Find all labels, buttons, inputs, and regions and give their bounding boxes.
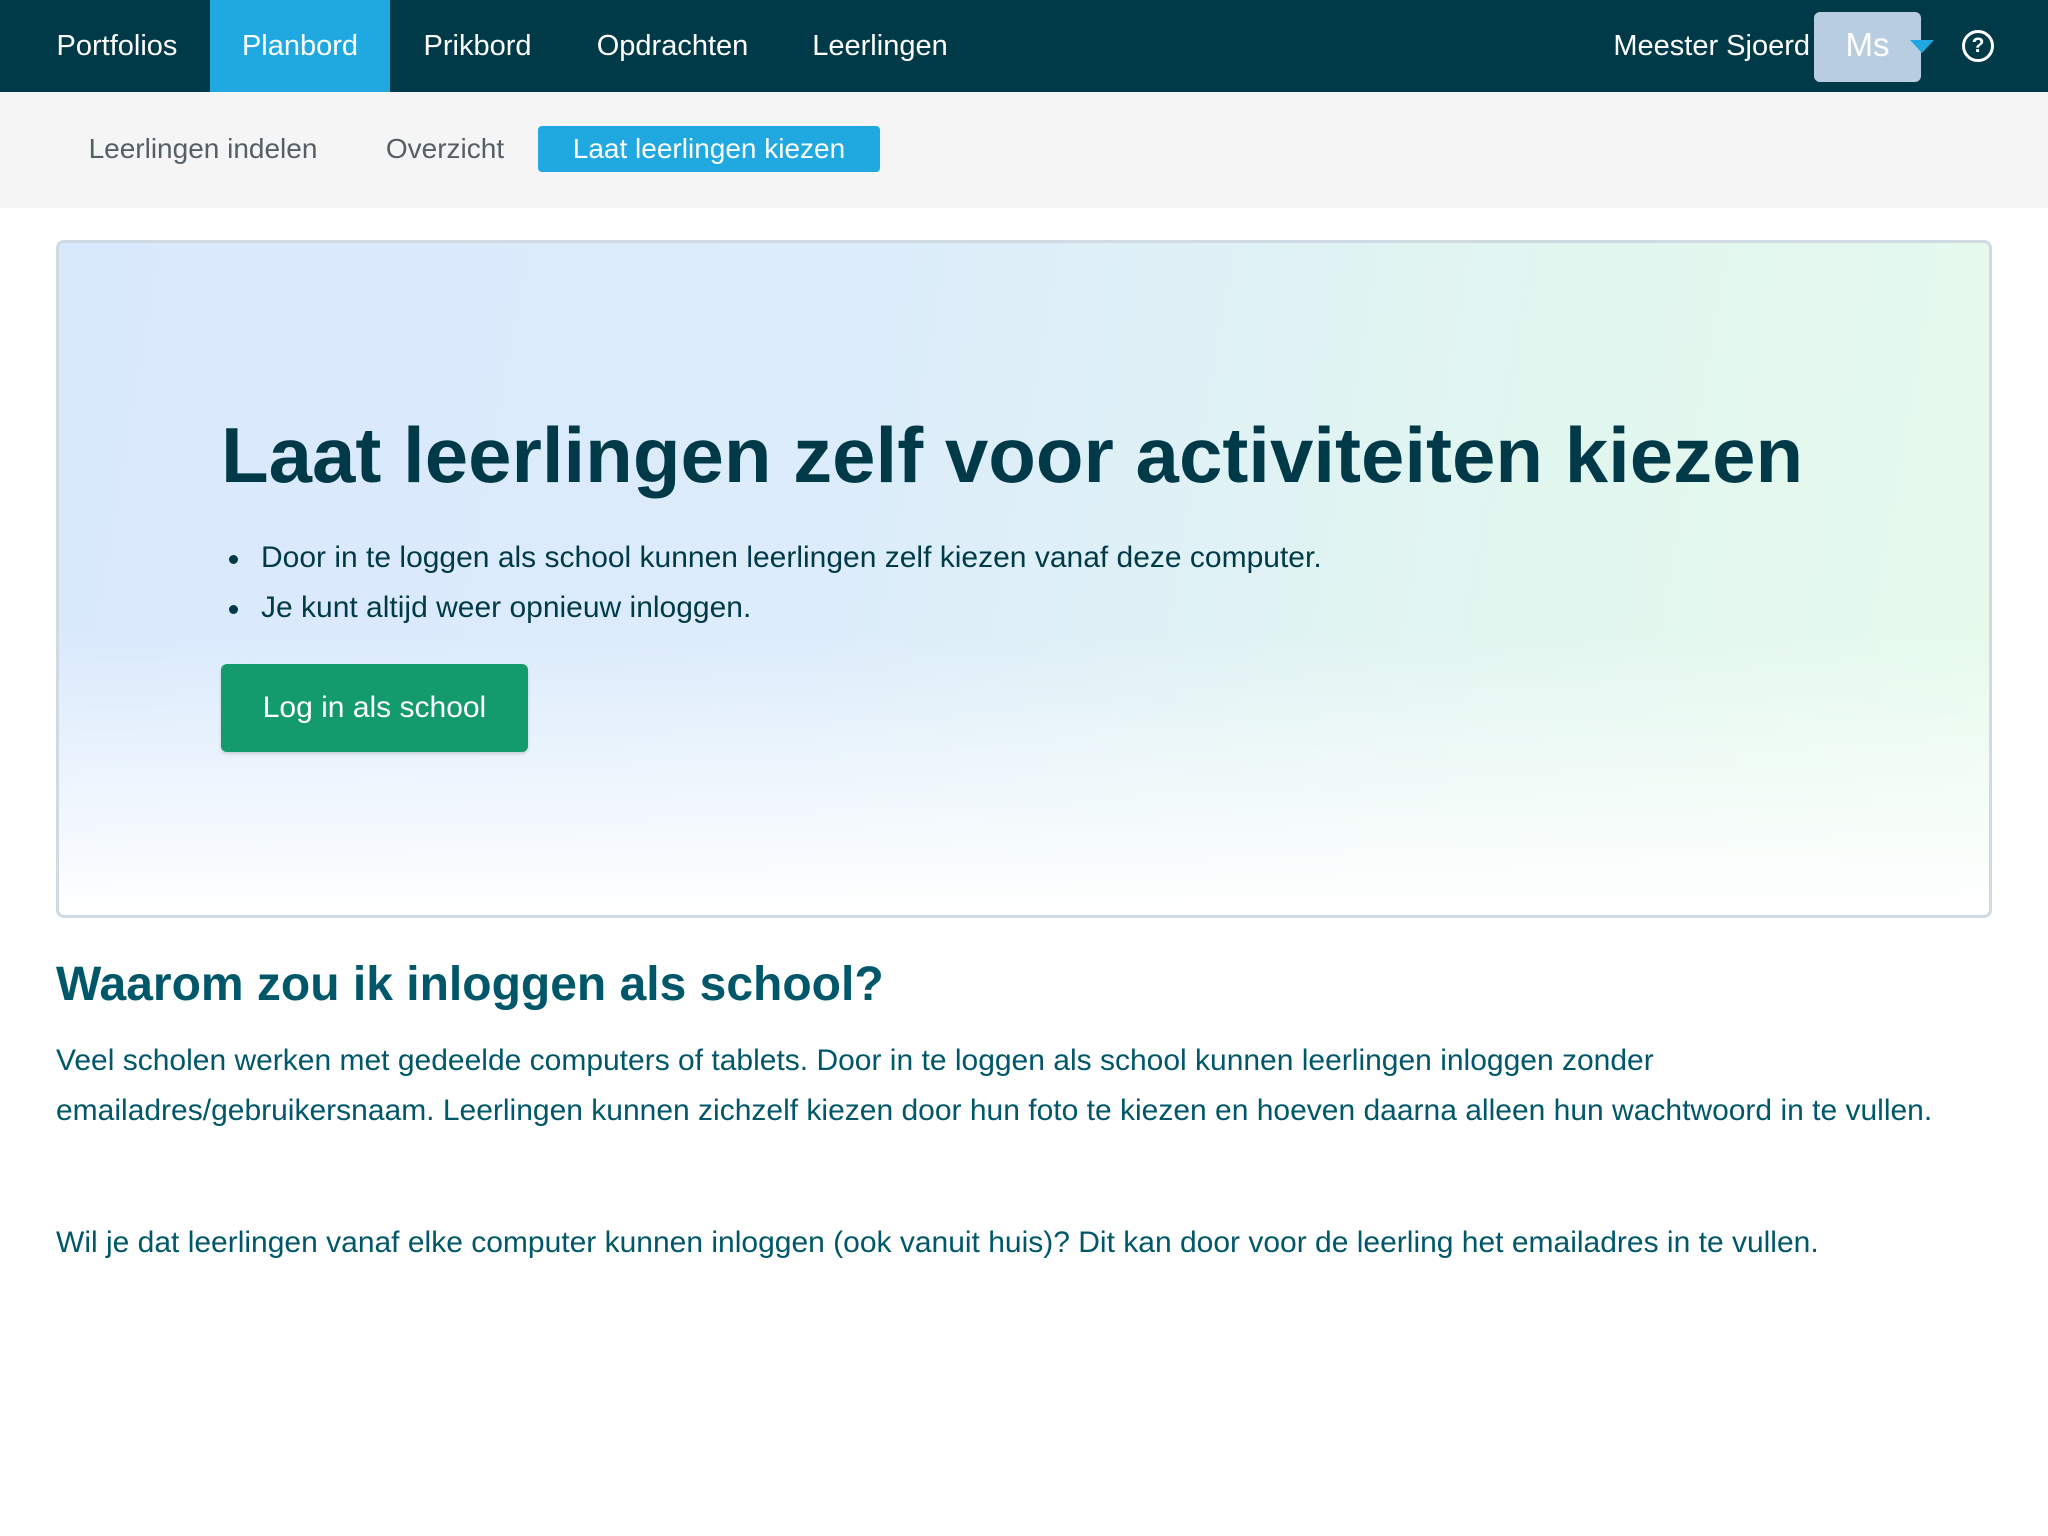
info-paragraph: Wil je dat leerlingen vanaf elke compute… <box>56 1226 1819 1259</box>
info-paragraph: Veel scholen werken met gedeelde compute… <box>56 1044 1933 1127</box>
user-name[interactable]: Meester Sjoerd <box>1600 0 1810 92</box>
subnav-item-laat-leerlingen-kiezen[interactable]: Laat leerlingen kiezen <box>538 126 880 172</box>
hero-title: Laat leerlingen zelf voor activiteiten k… <box>221 411 1804 499</box>
top-navbar: Portfolios Planbord Prikbord Opdrachten … <box>0 0 2048 92</box>
nav-item-opdrachten[interactable]: Opdrachten <box>575 0 770 92</box>
nav-item-planbord[interactable]: Planbord <box>210 0 390 92</box>
subnav-item-overzicht[interactable]: Overzicht <box>366 126 524 172</box>
login-as-school-button[interactable]: Log in als school <box>221 664 528 752</box>
chevron-down-icon[interactable] <box>1897 32 1947 60</box>
hero-bullet-list: Door in te loggen als school kunnen leer… <box>221 533 1821 633</box>
list-item: Je kunt altijd weer opnieuw inloggen. <box>221 583 1821 633</box>
help-icon[interactable]: ? <box>1962 30 1994 62</box>
nav-item-prikbord[interactable]: Prikbord <box>400 0 555 92</box>
hero-panel: Laat leerlingen zelf voor activiteiten k… <box>56 240 1992 918</box>
nav-item-portfolios[interactable]: Portfolios <box>26 0 208 92</box>
nav-item-leerlingen[interactable]: Leerlingen <box>790 0 970 92</box>
sub-navbar: Leerlingen indelen Overzicht Laat leerli… <box>0 92 2048 208</box>
subnav-item-leerlingen-indelen[interactable]: Leerlingen indelen <box>60 126 346 172</box>
list-item: Door in te loggen als school kunnen leer… <box>221 533 1821 583</box>
section-title: Waarom zou ik inloggen als school? <box>56 958 884 1011</box>
